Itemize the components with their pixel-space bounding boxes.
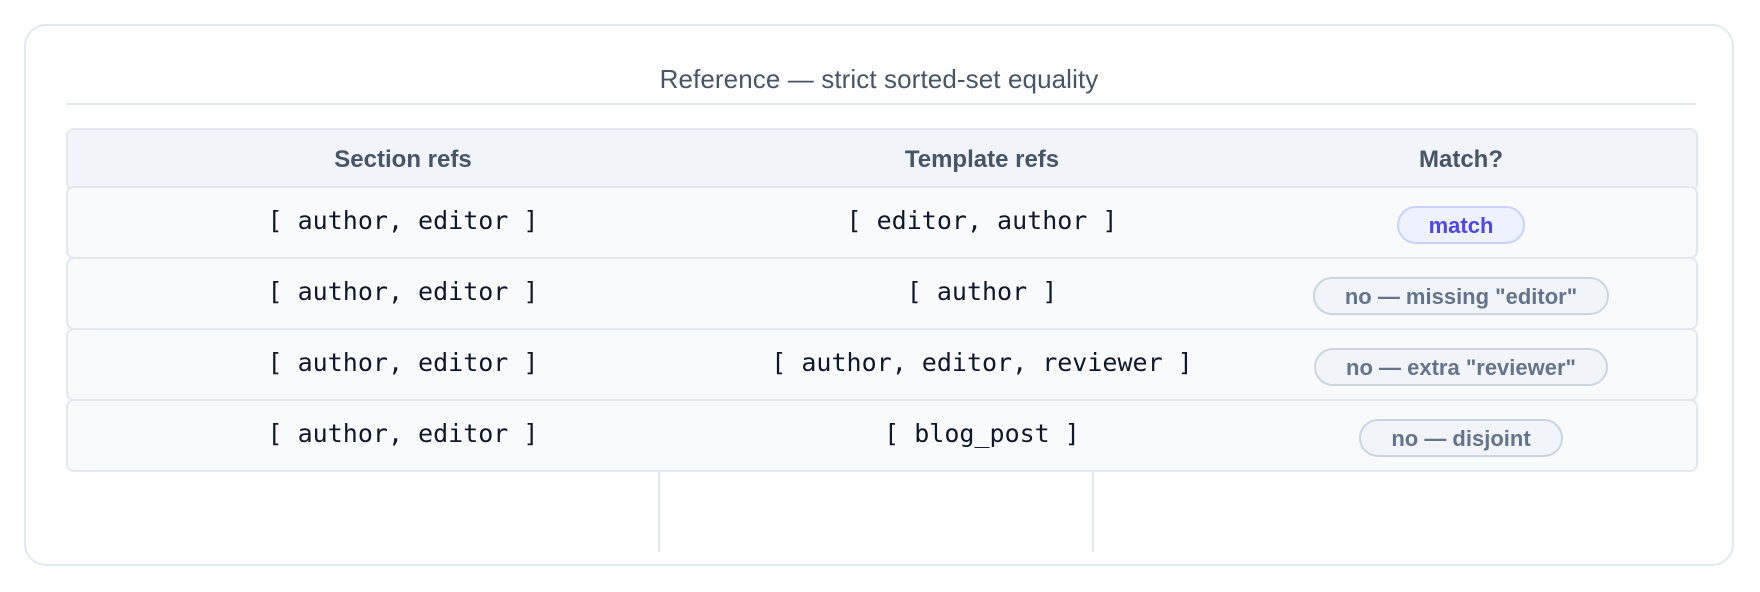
section-refs-cell: [ author, editor ] xyxy=(267,348,539,377)
no-match-badge: no — missing "editor" xyxy=(1312,276,1610,315)
card-title: Reference — strict sorted-set equality xyxy=(659,64,1099,94)
template-refs-cell: [ author, editor, reviewer ] xyxy=(771,348,1193,377)
template-refs-cell: [ author ] xyxy=(906,277,1058,306)
section-refs-cell: [ author, editor ] xyxy=(267,277,539,306)
table-row: [ author, editor ] [ author, editor, rev… xyxy=(66,328,1698,401)
table-header: Section refs Template refs Match? xyxy=(66,128,1698,192)
match-cell: no — missing "editor" xyxy=(1226,259,1696,328)
section-refs-cell: [ author, editor ] xyxy=(267,206,539,235)
match-cell: match xyxy=(1226,188,1696,257)
title-divider xyxy=(66,103,1696,105)
no-match-badge: no — extra "reviewer" xyxy=(1314,347,1608,386)
match-cell: no — extra "reviewer" xyxy=(1226,330,1696,399)
header-section-refs: Section refs xyxy=(334,146,472,173)
table-row: [ author, editor ] [ blog_post ] no — di… xyxy=(66,399,1698,472)
match-cell: no — disjoint xyxy=(1226,401,1696,470)
table-row: [ author, editor ] [ author ] no — missi… xyxy=(66,257,1698,330)
no-match-badge: no — disjoint xyxy=(1359,418,1563,457)
table-row: [ author, editor ] [ editor, author ] ma… xyxy=(66,186,1698,259)
match-badge: match xyxy=(1396,205,1526,244)
reference-card: Reference — strict sorted-set equality S… xyxy=(24,24,1734,566)
template-refs-cell: [ editor, author ] xyxy=(846,206,1118,235)
section-refs-cell: [ author, editor ] xyxy=(267,419,539,448)
template-refs-cell: [ blog_post ] xyxy=(884,419,1080,448)
header-match: Match? xyxy=(1419,146,1503,173)
header-template-refs: Template refs xyxy=(904,146,1060,173)
